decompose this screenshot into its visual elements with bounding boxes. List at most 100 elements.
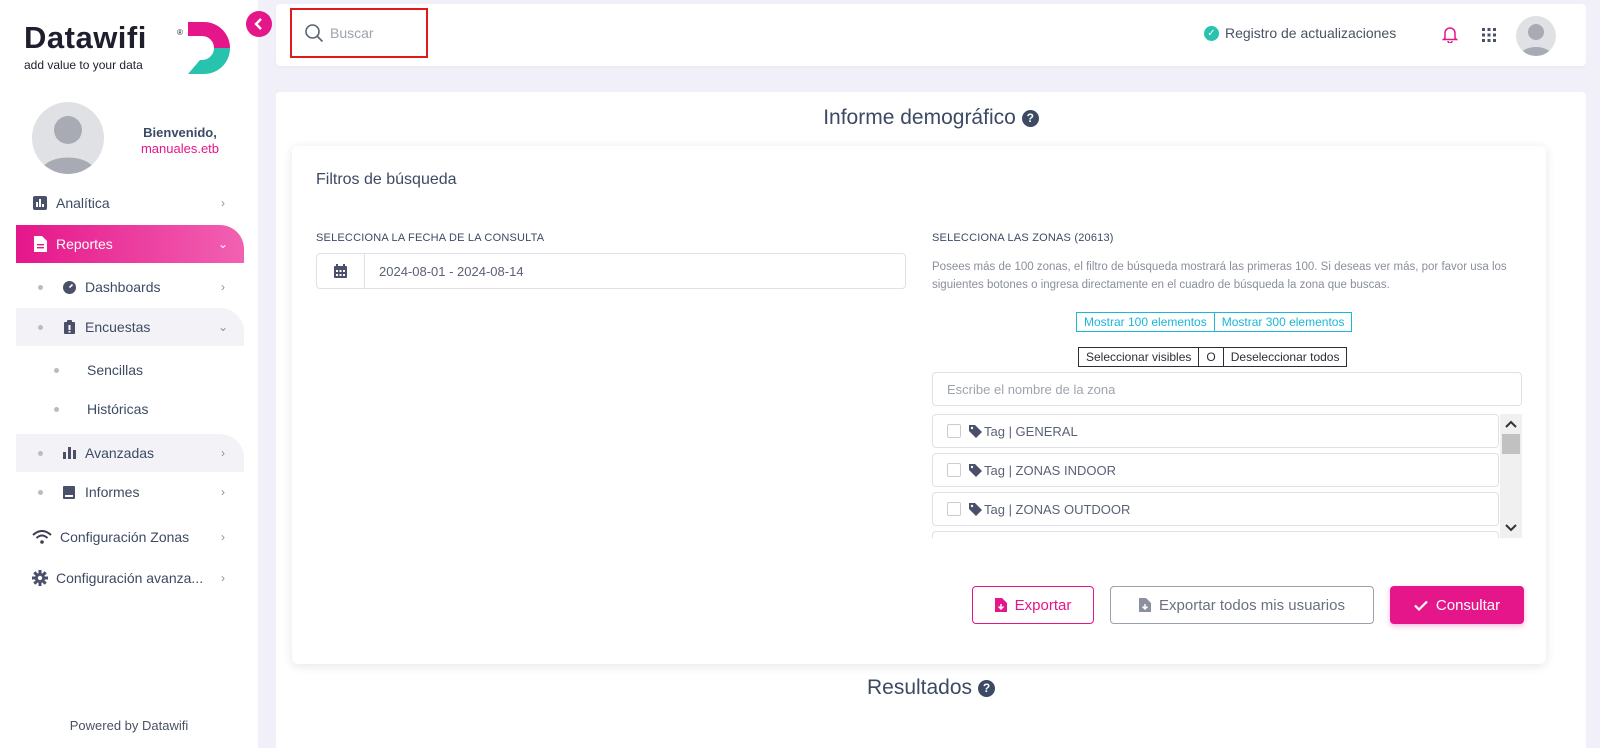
gear-icon: [32, 570, 48, 586]
zone-checkbox[interactable]: [947, 502, 961, 516]
bar-chart-icon: [32, 195, 48, 211]
page-title-text: Informe demográfico: [823, 106, 1016, 129]
powered-by: Powered by Datawifi: [69, 718, 189, 733]
welcome-username: manuales.etb: [140, 141, 220, 156]
clipboard-icon: [61, 319, 77, 335]
brand-logo[interactable]: Datawifi ® add value to your data: [24, 20, 244, 80]
zones-label: SELECCIONA LAS ZONAS (20613): [932, 232, 1114, 244]
date-label: SELECCIONA LA FECHA DE LA CONSULTA: [316, 232, 545, 244]
deselect-all-button[interactable]: Deseleccionar todos: [1222, 347, 1348, 367]
chevron-down-icon[interactable]: [1500, 518, 1522, 538]
search-box[interactable]: [290, 8, 428, 58]
zone-item[interactable]: Tag | GENERAL: [932, 414, 1499, 448]
bullet-dot: [38, 450, 43, 456]
filters-title: Filtros de búsqueda: [316, 171, 457, 188]
chevron-right-icon: ›: [221, 280, 225, 294]
collapse-sidebar-button[interactable]: [246, 11, 272, 37]
registered-mark: ®: [177, 28, 183, 37]
show-300-button[interactable]: Mostrar 300 elementos: [1214, 312, 1353, 332]
bell-icon[interactable]: [1442, 26, 1458, 43]
wifi-icon: [32, 529, 52, 545]
zone-item-label: Tag | ZONAS OUTDOOR: [984, 501, 1131, 517]
or-separator: O: [1199, 347, 1223, 367]
consult-button[interactable]: Consultar: [1390, 586, 1524, 624]
zone-item[interactable]: Tag | ZONAS INDOOR: [932, 453, 1499, 487]
zone-search-input[interactable]: Escribe el nombre de la zona: [932, 372, 1522, 406]
sidebar-item-avanzadas[interactable]: Avanzadas ›: [16, 434, 244, 472]
zone-checkbox[interactable]: [947, 424, 961, 438]
sidebar-item-label: Dashboards: [85, 279, 161, 295]
help-icon[interactable]: ?: [978, 679, 996, 697]
calendar-icon: [317, 254, 365, 288]
zone-item[interactable]: Tag | ZONAS OUTDOOR: [932, 492, 1499, 526]
date-range-input[interactable]: 2024-08-01 - 2024-08-14: [316, 253, 906, 289]
chevron-right-icon: ›: [221, 571, 225, 585]
bullet-dot: [38, 489, 43, 495]
filter-actions: Exportar Exportar todos mis usuarios Con…: [972, 586, 1524, 624]
chevron-right-icon: ›: [221, 485, 225, 499]
sidebar-item-reportes[interactable]: Reportes ⌄: [16, 225, 244, 263]
zone-item[interactable]: [932, 531, 1499, 538]
sidebar-item-dashboards[interactable]: Dashboards ›: [16, 268, 244, 306]
welcome-greeting: Bienvenido,: [143, 125, 217, 140]
welcome-block: Bienvenido, manuales.etb: [130, 125, 230, 156]
zone-list-scrollbar[interactable]: [1500, 414, 1522, 538]
chevron-right-icon: ›: [221, 530, 225, 544]
brand-tagline: add value to your data: [24, 58, 143, 72]
select-visible-button[interactable]: Seleccionar visibles: [1078, 347, 1200, 367]
sidebar-item-label: Configuración Zonas: [60, 529, 190, 545]
date-range-value: 2024-08-01 - 2024-08-14: [379, 263, 524, 279]
zone-item-label: Tag | GENERAL: [984, 423, 1078, 439]
results-title-text: Resultados: [866, 676, 973, 699]
sidebar-item-label: Reportes: [56, 236, 113, 252]
search-icon: [305, 24, 324, 43]
sidebar-item-label: Configuración avanza...: [56, 570, 204, 586]
sidebar-item-label: Avanzadas: [85, 445, 155, 461]
main-panel: Informe demográfico ? Filtros de búsqued…: [276, 92, 1586, 748]
chevron-up-icon[interactable]: [1500, 414, 1522, 434]
sidebar-item-analitica[interactable]: Analítica ›: [16, 184, 244, 222]
chevron-down-icon: ⌄: [217, 237, 229, 251]
updates-label: Registro de actualizaciones: [1225, 25, 1397, 41]
top-bar: ✓ Registro de actualizaciones: [276, 4, 1586, 66]
search-input[interactable]: [330, 25, 420, 41]
scrollbar-thumb[interactable]: [1502, 434, 1520, 454]
file-download-icon: [1139, 598, 1152, 612]
tag-icon: [969, 502, 982, 516]
zone-checkbox[interactable]: [947, 463, 961, 477]
sidebar-item-historicas[interactable]: Históricas: [16, 390, 244, 428]
bullet-dot: [54, 406, 59, 412]
tag-icon: [969, 463, 982, 477]
export-all-label: Exportar todos mis usuarios: [1159, 596, 1345, 614]
brand-name: Datawifi: [24, 20, 147, 55]
page-scrollbar[interactable]: [1586, 0, 1600, 748]
sidebar-item-sencillas[interactable]: Sencillas: [16, 351, 244, 389]
tag-icon: [969, 424, 982, 438]
profile-avatar[interactable]: [1516, 16, 1556, 56]
check-circle-icon: ✓: [1204, 25, 1219, 41]
sidebar-item-label: Analítica: [56, 195, 110, 211]
zone-item-label: Tag | ZONAS INDOOR: [984, 462, 1116, 478]
sidebar-item-encuestas[interactable]: Encuestas ⌄: [16, 308, 244, 346]
updates-link[interactable]: ✓ Registro de actualizaciones: [1204, 25, 1396, 41]
chevron-right-icon: ›: [221, 196, 225, 210]
bullet-dot: [54, 367, 59, 373]
sidebar-item-configuracion-zonas[interactable]: Configuración Zonas ›: [16, 518, 244, 556]
show-100-button[interactable]: Mostrar 100 elementos: [1076, 312, 1215, 332]
export-all-users-button[interactable]: Exportar todos mis usuarios: [1110, 586, 1374, 624]
check-icon: [1414, 600, 1428, 611]
bullet-dot: [38, 324, 43, 330]
selection-group: Seleccionar visibles O Deseleccionar tod…: [1078, 347, 1348, 367]
file-download-icon: [994, 598, 1007, 612]
document-icon: [32, 236, 48, 252]
consult-label: Consultar: [1435, 596, 1501, 614]
export-button[interactable]: Exportar: [972, 586, 1094, 624]
sidebar-item-informes[interactable]: Informes ›: [16, 473, 244, 511]
export-label: Exportar: [1014, 596, 1072, 614]
help-icon[interactable]: ?: [1021, 109, 1039, 127]
show-elements-group: Mostrar 100 elementos Mostrar 300 elemen…: [1076, 312, 1353, 332]
user-avatar[interactable]: [32, 102, 104, 174]
apps-grid-icon[interactable]: [1482, 28, 1496, 42]
sidebar-item-configuracion-avanzada[interactable]: Configuración avanza... ›: [16, 559, 244, 597]
logo-mark-icon: [188, 22, 230, 74]
